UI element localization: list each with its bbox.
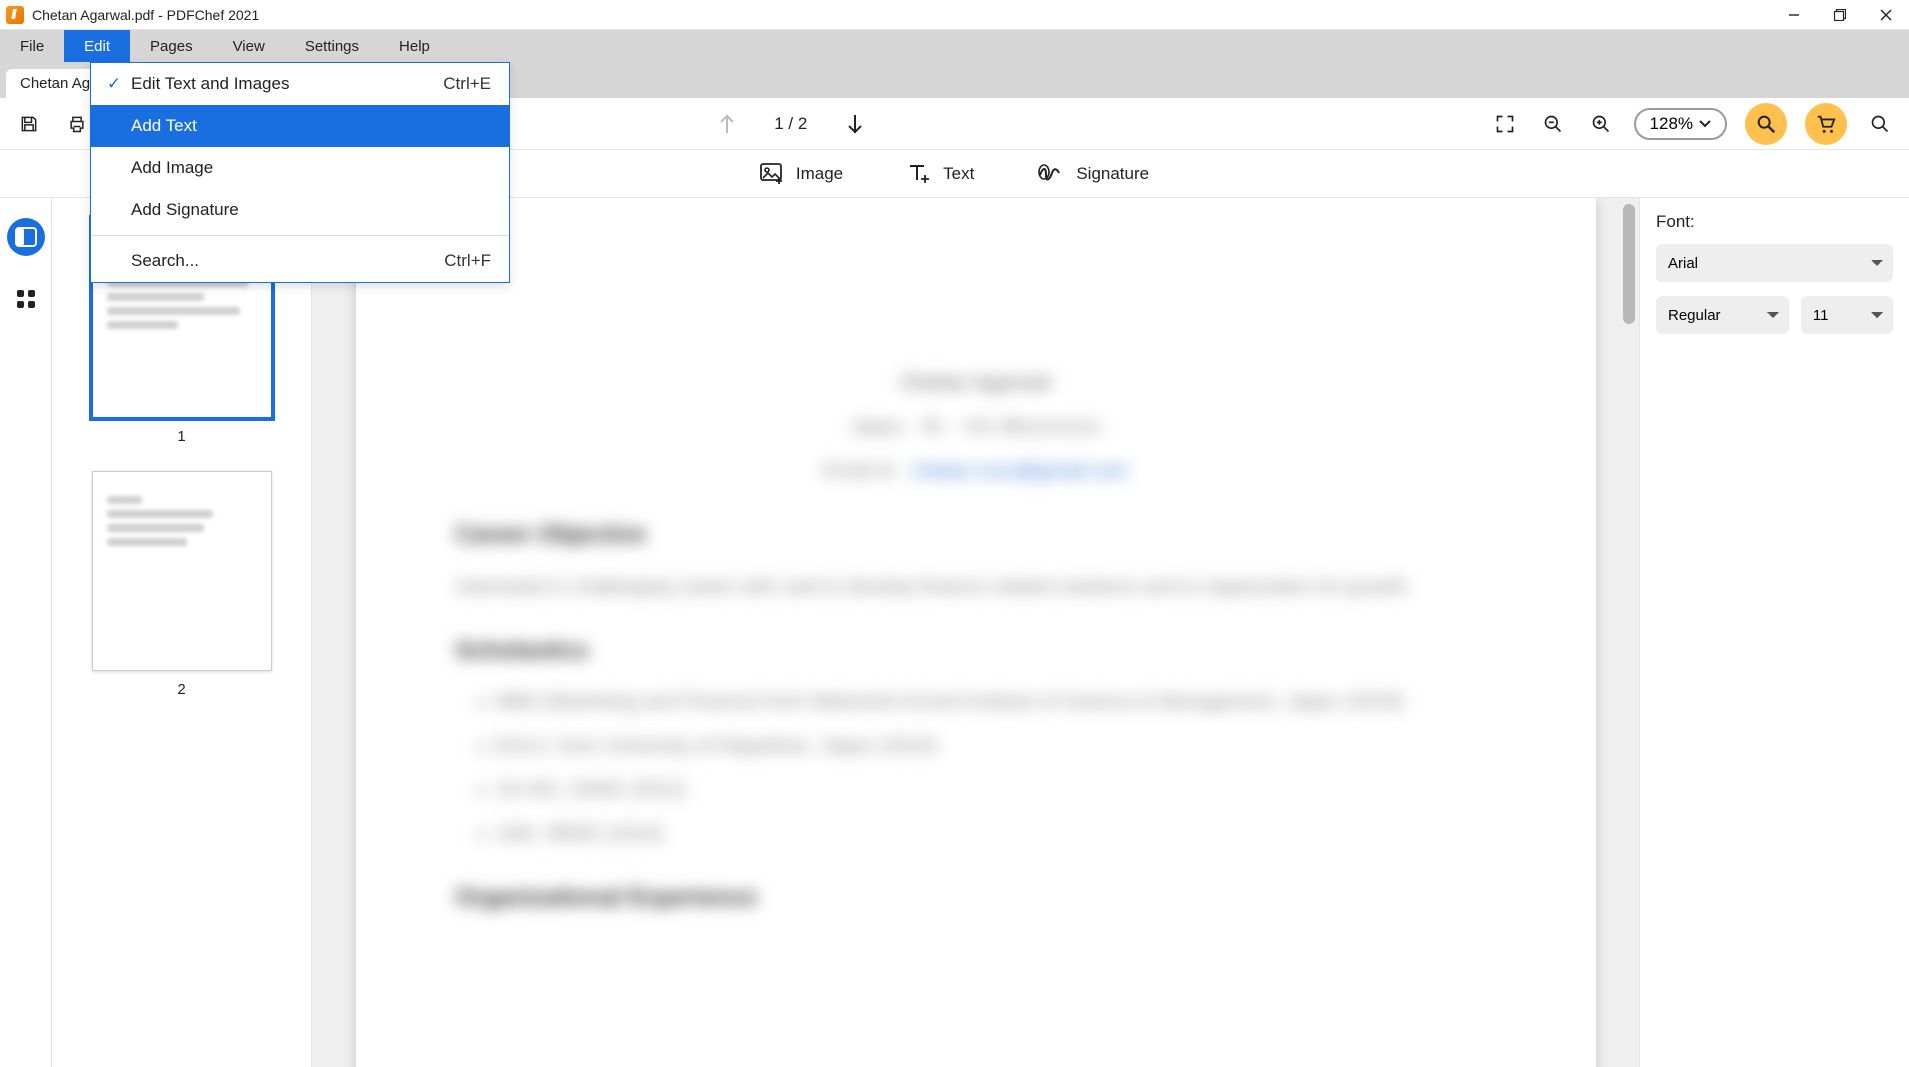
- font-panel: Font: Arial Regular 11: [1639, 198, 1909, 1067]
- font-family-select[interactable]: Arial: [1656, 244, 1893, 282]
- maximize-button[interactable]: [1817, 0, 1863, 30]
- vertical-scrollbar[interactable]: [1623, 204, 1635, 324]
- edit-menu-dropdown: ✓ Edit Text and Images Ctrl+E Add Text A…: [90, 62, 510, 283]
- check-icon: ✓: [103, 74, 125, 94]
- insert-text-button[interactable]: Text: [907, 163, 974, 185]
- next-page-button[interactable]: [840, 109, 870, 139]
- font-panel-label: Font:: [1656, 212, 1893, 232]
- font-size-select[interactable]: 11: [1801, 296, 1893, 334]
- minimize-button[interactable]: [1771, 0, 1817, 30]
- grid-icon: [16, 289, 36, 309]
- menu-settings[interactable]: Settings: [285, 30, 379, 62]
- zoom-select[interactable]: 128%: [1634, 108, 1727, 140]
- zoom-value: 128%: [1650, 114, 1693, 134]
- menu-edit[interactable]: Edit: [64, 30, 130, 62]
- menu-file[interactable]: File: [0, 30, 64, 62]
- window-title: Chetan Agarwal.pdf - PDFChef 2021: [32, 7, 259, 23]
- thumbnail-panel: 1 2: [52, 198, 312, 1067]
- image-plus-icon: [760, 163, 784, 185]
- menu-edit-text-and-images[interactable]: ✓ Edit Text and Images Ctrl+E: [91, 63, 509, 105]
- grid-view-toggle[interactable]: [7, 280, 45, 318]
- thumbnail-label-2: 2: [177, 681, 185, 698]
- insert-image-button[interactable]: Image: [760, 163, 843, 185]
- page-indicator: 1 / 2: [766, 114, 816, 134]
- ocr-button[interactable]: [1745, 103, 1787, 145]
- zoom-out-button[interactable]: [1538, 109, 1568, 139]
- signature-icon: [1038, 163, 1064, 185]
- zoom-in-button[interactable]: [1586, 109, 1616, 139]
- print-button[interactable]: [62, 109, 92, 139]
- titlebar: Chetan Agarwal.pdf - PDFChef 2021: [0, 0, 1909, 30]
- search-icon: [1870, 114, 1890, 134]
- menu-add-signature[interactable]: Add Signature: [91, 189, 509, 231]
- thumbnail-page-2[interactable]: [92, 471, 272, 671]
- document-canvas[interactable]: Chetan Agarwal Jaipur · IN · +91 98xxxxx…: [312, 198, 1639, 1067]
- main-area: 1 2 Chetan Agarwal Jaipur · IN · +91 98x…: [0, 198, 1909, 1067]
- prev-page-button[interactable]: [712, 109, 742, 139]
- search-button[interactable]: [1865, 109, 1895, 139]
- app-icon: [6, 6, 24, 24]
- menu-add-text[interactable]: Add Text: [91, 105, 509, 147]
- chevron-down-icon: [1699, 120, 1711, 128]
- font-weight-select[interactable]: Regular: [1656, 296, 1789, 334]
- menu-separator: [91, 235, 509, 236]
- insert-signature-button[interactable]: Signature: [1038, 163, 1149, 185]
- menu-add-image[interactable]: Add Image: [91, 147, 509, 189]
- document-page: Chetan Agarwal Jaipur · IN · +91 98xxxxx…: [356, 198, 1596, 1067]
- save-button[interactable]: [14, 109, 44, 139]
- text-plus-icon: [907, 163, 931, 185]
- menubar: File Edit Pages View Settings Help: [0, 30, 1909, 62]
- close-button[interactable]: [1863, 0, 1909, 30]
- shop-button[interactable]: [1805, 103, 1847, 145]
- menu-pages[interactable]: Pages: [130, 30, 213, 62]
- page-navigator: 1 / 2: [712, 109, 870, 139]
- panel-icon: [15, 227, 37, 247]
- fit-page-button[interactable]: [1490, 109, 1520, 139]
- thumbnail-label-1: 1: [177, 428, 185, 445]
- menu-search[interactable]: Search... Ctrl+F: [91, 240, 509, 282]
- thumbnails-toggle[interactable]: [7, 218, 45, 256]
- left-rail: [0, 198, 52, 1067]
- menu-view[interactable]: View: [213, 30, 285, 62]
- magnifier-sun-icon: [1755, 113, 1777, 135]
- cart-icon: [1815, 113, 1837, 135]
- window-controls: [1771, 0, 1909, 30]
- menu-help[interactable]: Help: [379, 30, 450, 62]
